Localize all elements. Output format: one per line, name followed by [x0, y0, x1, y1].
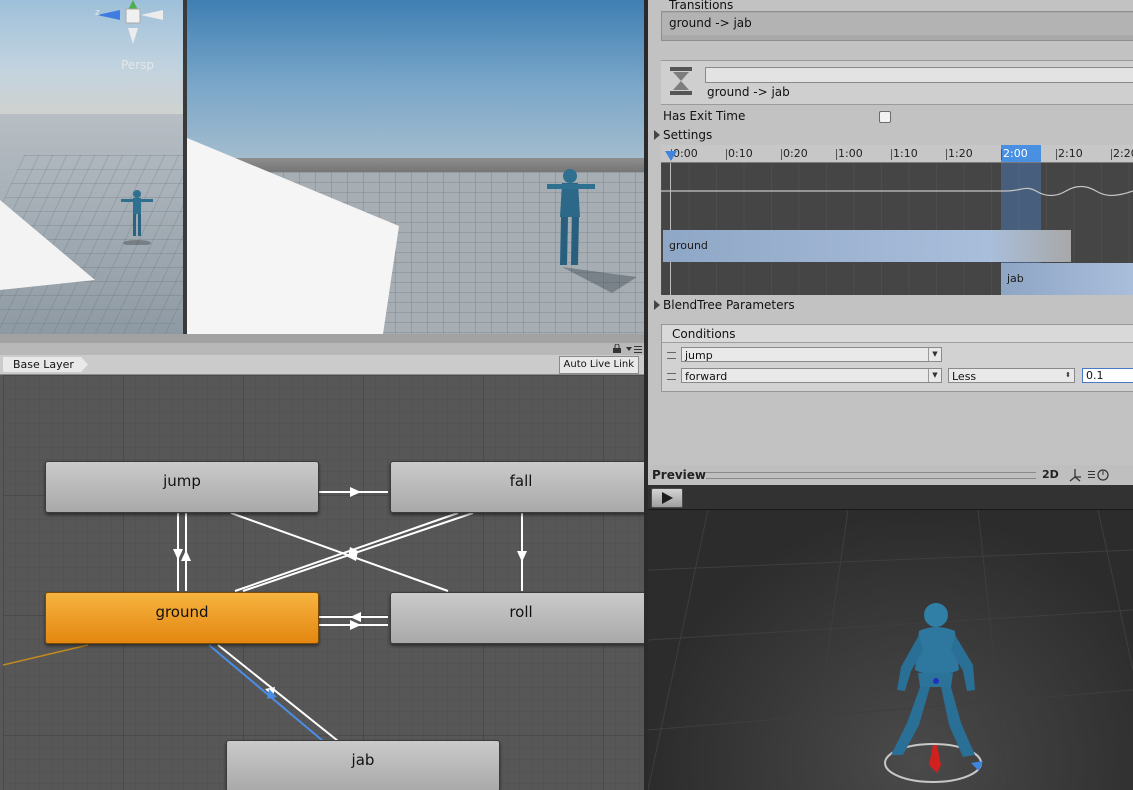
- speed-icon[interactable]: [1088, 468, 1112, 482]
- animator-window: Base Layer Auto Live Link jump fall grou…: [0, 343, 647, 790]
- axis-z-label: z: [95, 8, 100, 18]
- tick-label: 2:20: [1111, 147, 1133, 160]
- has-exit-time-checkbox[interactable]: [879, 111, 891, 123]
- ramp-shape: [0, 200, 95, 290]
- state-node-jab[interactable]: jab: [226, 740, 500, 790]
- settings-foldout[interactable]: Settings: [654, 128, 712, 142]
- transition-row-selected[interactable]: ground -> jab: [662, 13, 1133, 35]
- animator-toolbar: [0, 343, 647, 355]
- foldout-arrow-icon: [654, 300, 660, 310]
- source-clip-label: ground: [669, 239, 708, 252]
- transition-name: ground -> jab: [707, 85, 790, 99]
- lock-icon[interactable]: [612, 344, 622, 354]
- condition-value-field[interactable]: 0.1: [1082, 368, 1133, 383]
- menu-icon[interactable]: [626, 344, 642, 354]
- state-label: roll: [509, 603, 533, 621]
- layer-breadcrumb[interactable]: Base Layer: [3, 357, 88, 372]
- scene-view-left[interactable]: z Persp: [0, 0, 183, 334]
- tick-label: 2:10: [1056, 147, 1083, 160]
- foldout-arrow-icon: [654, 130, 660, 140]
- blendtree-foldout[interactable]: BlendTree Parameters: [654, 298, 795, 312]
- settings-label: Settings: [663, 128, 713, 142]
- selected-transition: [208, 644, 324, 742]
- blendtree-label: BlendTree Parameters: [663, 298, 795, 312]
- character-model: [547, 169, 637, 293]
- condition-parameter-dropdown[interactable]: forward ▼: [681, 368, 942, 383]
- state-machine-graph[interactable]: jump fall ground roll jab: [3, 375, 644, 790]
- state-node-jump[interactable]: jump: [45, 461, 319, 513]
- scene-gizmo[interactable]: [95, 0, 165, 50]
- condition-parameter-value: jump: [685, 349, 713, 362]
- play-button[interactable]: [651, 488, 683, 508]
- transition-arrows: [3, 487, 527, 764]
- timeline-tracks: ground jab: [661, 163, 1133, 295]
- tick-label: 2:00: [1001, 147, 1028, 160]
- dropdown-arrow-icon: ⬍: [1065, 371, 1071, 379]
- destination-clip[interactable]: jab: [1001, 263, 1133, 295]
- transition-timeline[interactable]: 0:00 0:10 0:20 1:00 1:10 1:20 2:00 2:10 …: [661, 145, 1133, 295]
- animator-header: Base Layer Auto Live Link: [0, 355, 647, 375]
- state-node-fall[interactable]: fall: [390, 461, 644, 513]
- drag-handle-icon[interactable]: [667, 352, 676, 359]
- tick-label: 0:10: [726, 147, 753, 160]
- state-label: ground: [155, 603, 209, 621]
- preview-header: Preview 2D: [648, 465, 1133, 486]
- tick-label: 0:20: [781, 147, 808, 160]
- preview-title: Preview: [652, 468, 707, 482]
- conditions-list: Conditions jump ▼ forward ▼ Less ⬍ 0.1: [661, 324, 1133, 392]
- preview-character-model: [884, 603, 983, 783]
- resize-grip[interactable]: [706, 472, 1036, 479]
- has-exit-time-label: Has Exit Time: [663, 109, 746, 123]
- ramp-shape: [187, 138, 399, 334]
- conditions-header: Conditions: [662, 325, 1133, 343]
- blend-curve: [661, 185, 1133, 197]
- destination-clip-label: jab: [1007, 272, 1024, 285]
- drag-handle-icon[interactable]: [667, 373, 676, 380]
- tick-label: 1:10: [891, 147, 918, 160]
- game-view[interactable]: [187, 0, 644, 334]
- state-node-ground[interactable]: ground: [45, 592, 319, 644]
- preview-viewport[interactable]: [648, 510, 1133, 790]
- inspector-panel: Transitions ground -> jab ground -> jab …: [648, 0, 1133, 465]
- transition-icon: [670, 67, 692, 95]
- condition-parameter-dropdown[interactable]: jump ▼: [681, 347, 942, 362]
- mode-2d-toggle[interactable]: 2D: [1042, 468, 1059, 481]
- playhead-marker-icon[interactable]: [665, 149, 677, 161]
- tick-label: 1:20: [946, 147, 973, 160]
- transition-name-field[interactable]: [705, 67, 1133, 83]
- state-node-roll[interactable]: roll: [390, 592, 644, 644]
- preview-panel: Preview 2D: [648, 465, 1133, 790]
- auto-live-link-button[interactable]: Auto Live Link: [558, 356, 639, 374]
- transition-row-label: ground -> jab: [669, 16, 752, 30]
- transitions-list: ground -> jab: [661, 11, 1133, 41]
- condition-mode-dropdown[interactable]: Less ⬍: [948, 368, 1075, 383]
- play-icon: [662, 492, 673, 504]
- preview-controls: [648, 485, 1133, 510]
- state-label: fall: [509, 472, 533, 490]
- tick-label: 1:00: [836, 147, 863, 160]
- state-label: jump: [163, 472, 201, 490]
- condition-mode-value: Less: [952, 370, 977, 383]
- persp-label[interactable]: Persp: [121, 58, 154, 72]
- condition-parameter-value: forward: [685, 370, 728, 383]
- dropdown-arrow-icon: ▼: [928, 369, 941, 382]
- pivot-icon[interactable]: [1068, 468, 1082, 482]
- character-model: [121, 190, 153, 245]
- timeline-ruler[interactable]: 0:00 0:10 0:20 1:00 1:10 1:20 2:00 2:10 …: [661, 145, 1133, 163]
- state-label: jab: [351, 751, 375, 769]
- dropdown-arrow-icon: ▼: [928, 348, 941, 361]
- source-clip[interactable]: ground: [663, 230, 1071, 262]
